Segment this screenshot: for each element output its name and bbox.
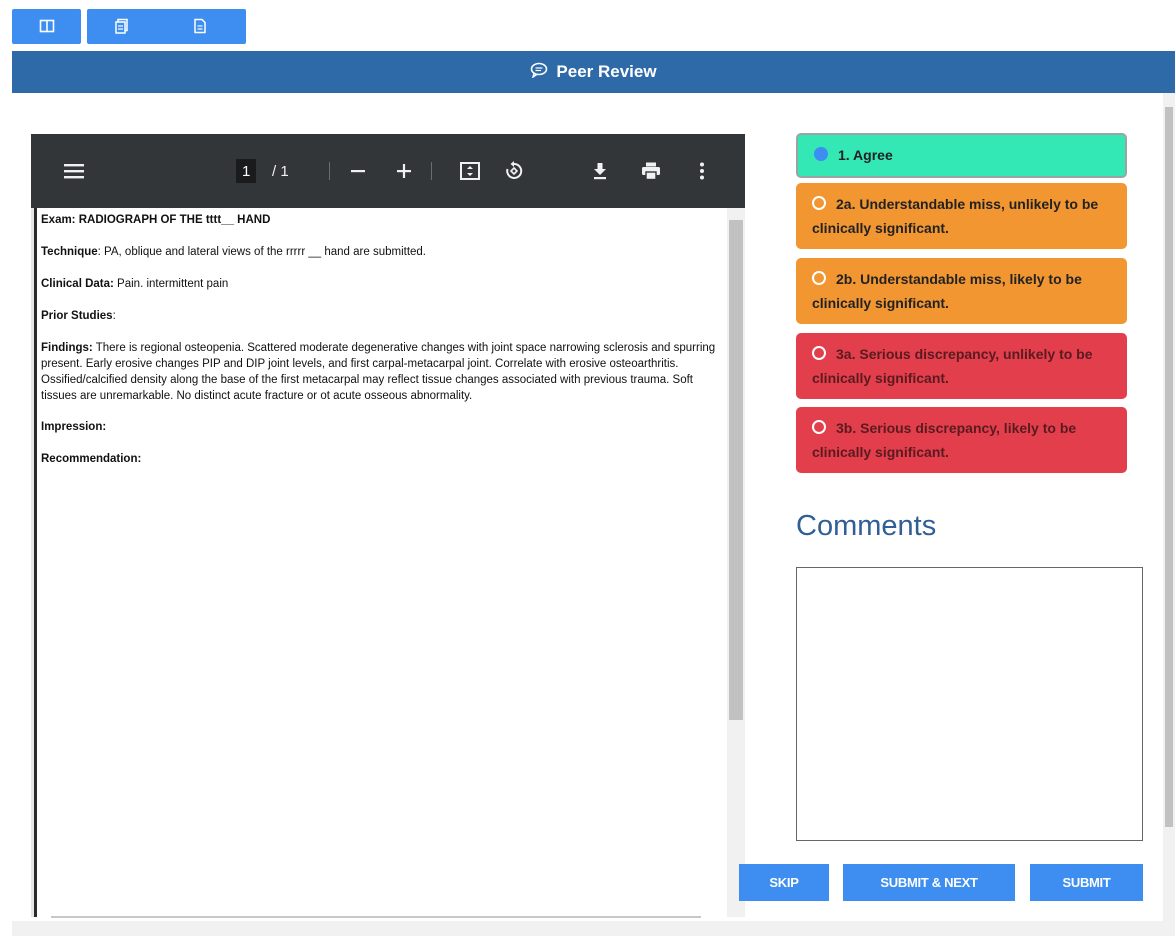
pdf-horizontal-scrollbar[interactable] xyxy=(51,916,701,918)
option-2b[interactable]: 2b. Understandable miss, likely to be cl… xyxy=(796,258,1127,324)
plus-icon[interactable] xyxy=(393,159,415,183)
report-impression: Impression: xyxy=(41,421,107,433)
menu-icon[interactable] xyxy=(61,159,87,183)
report-recommendation: Recommendation: xyxy=(41,453,142,465)
comments-label: Comments xyxy=(796,510,937,542)
print-icon[interactable] xyxy=(638,159,664,183)
option-label: 3b. Serious discrepancy, likely to be cl… xyxy=(812,420,1077,460)
report-technique: Technique: PA, oblique and lateral views… xyxy=(41,246,427,258)
option-label: 2b. Understandable miss, likely to be cl… xyxy=(812,271,1082,311)
minus-icon[interactable] xyxy=(347,159,369,183)
skip-button[interactable]: SKIP xyxy=(739,864,829,901)
option-agree[interactable]: 1. Agree xyxy=(796,133,1127,178)
pdf-page: Exam: RADIOGRAPH OF THE tttt__ HAND Tech… xyxy=(34,208,727,917)
fit-page-icon[interactable] xyxy=(458,159,482,183)
page-total: / 1 xyxy=(272,162,289,180)
report-findings: Findings: There is regional osteopenia. … xyxy=(41,342,716,402)
rotate-icon[interactable] xyxy=(502,159,526,183)
report-clinical-data: Clinical Data: Pain. intermittent pain xyxy=(41,278,229,290)
comments-textarea[interactable] xyxy=(796,567,1143,841)
option-3b[interactable]: 3b. Serious discrepancy, likely to be cl… xyxy=(796,407,1127,473)
layout-columns-icon xyxy=(39,18,55,34)
document-copy-icon[interactable] xyxy=(114,18,130,34)
more-vertical-icon[interactable] xyxy=(693,159,711,183)
comment-bubble-icon xyxy=(530,62,548,83)
option-2a[interactable]: 2a. Understandable miss, unlikely to be … xyxy=(796,183,1127,249)
radio-icon[interactable] xyxy=(812,196,826,210)
option-label: 3a. Serious discrepancy, unlikely to be … xyxy=(812,346,1093,386)
document-actions-group xyxy=(87,9,246,44)
radio-icon[interactable] xyxy=(812,420,826,434)
layout-toggle-button[interactable] xyxy=(12,9,81,44)
radio-icon[interactable] xyxy=(812,271,826,285)
page-title: Peer Review xyxy=(556,62,657,81)
page-horizontal-scrollbar[interactable] xyxy=(12,921,1175,936)
radio-icon[interactable] xyxy=(812,346,826,360)
document-icon[interactable] xyxy=(192,18,208,34)
pdf-scroll-thumb[interactable] xyxy=(729,220,743,720)
option-label: 2a. Understandable miss, unlikely to be … xyxy=(812,196,1099,236)
report-text: Exam: RADIOGRAPH OF THE tttt__ HAND Tech… xyxy=(41,212,727,483)
peer-review-header: Peer Review xyxy=(12,51,1175,93)
page-number-input[interactable]: 1 xyxy=(236,159,257,183)
option-label: 1. Agree xyxy=(838,147,893,163)
page-scroll-thumb[interactable] xyxy=(1165,107,1173,827)
download-icon[interactable] xyxy=(588,159,612,183)
pdf-toolbar: 1 / 1 xyxy=(31,134,745,208)
pdf-vertical-scrollbar[interactable] xyxy=(727,208,745,917)
pdf-viewer: 1 / 1 Exam: RADIOGRAPH OF THE tttt__ HAN… xyxy=(31,134,745,918)
submit-button[interactable]: SUBMIT xyxy=(1030,864,1143,901)
radio-selected-icon[interactable] xyxy=(814,147,828,161)
option-3a[interactable]: 3a. Serious discrepancy, unlikely to be … xyxy=(796,333,1127,399)
submit-next-button[interactable]: SUBMIT & NEXT xyxy=(843,864,1015,901)
page-vertical-scrollbar[interactable] xyxy=(1163,93,1175,921)
report-prior-studies: Prior Studies: xyxy=(41,310,116,322)
report-exam: Exam: RADIOGRAPH OF THE tttt__ HAND xyxy=(41,214,271,226)
